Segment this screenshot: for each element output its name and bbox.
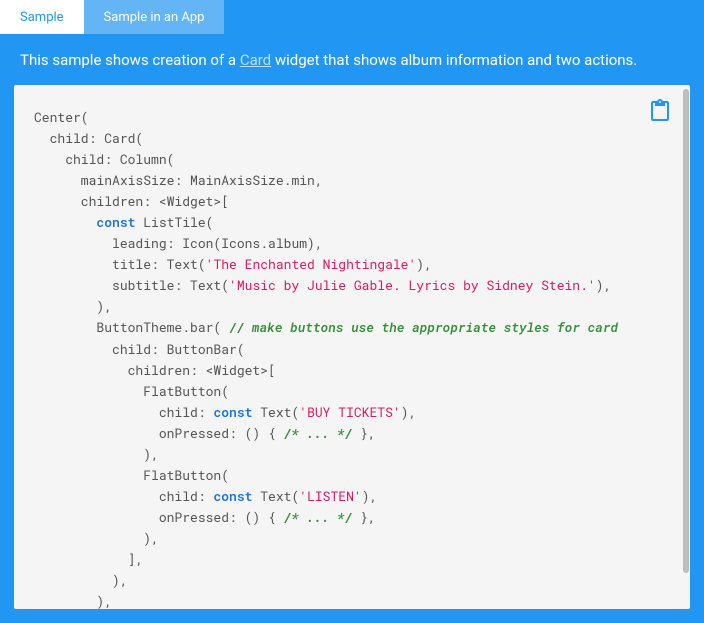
desc-text-pre: This sample shows creation of a	[20, 51, 240, 69]
sample-description: This sample shows creation of a Card wid…	[0, 34, 704, 85]
tab-sample-in-app[interactable]: Sample in an App	[84, 0, 225, 34]
clipboard-icon[interactable]	[648, 99, 672, 123]
code-wrapper: Center( child: Card( child: Column( main…	[14, 85, 690, 609]
code-block: Center( child: Card( child: Column( main…	[14, 85, 690, 609]
desc-link-card[interactable]: Card	[240, 51, 271, 69]
tab-sample[interactable]: Sample	[0, 0, 84, 34]
desc-text-post: widget that shows album information and …	[271, 51, 637, 69]
tab-bar: Sample Sample in an App	[0, 0, 704, 34]
code-scroll-area[interactable]: Center( child: Card( child: Column( main…	[14, 85, 682, 609]
code-content: Center( child: Card( child: Column( main…	[34, 107, 662, 609]
sample-panel: Sample Sample in an App This sample show…	[0, 0, 704, 623]
scrollbar-thumb[interactable]	[683, 89, 689, 573]
scrollbar-track	[682, 85, 690, 609]
